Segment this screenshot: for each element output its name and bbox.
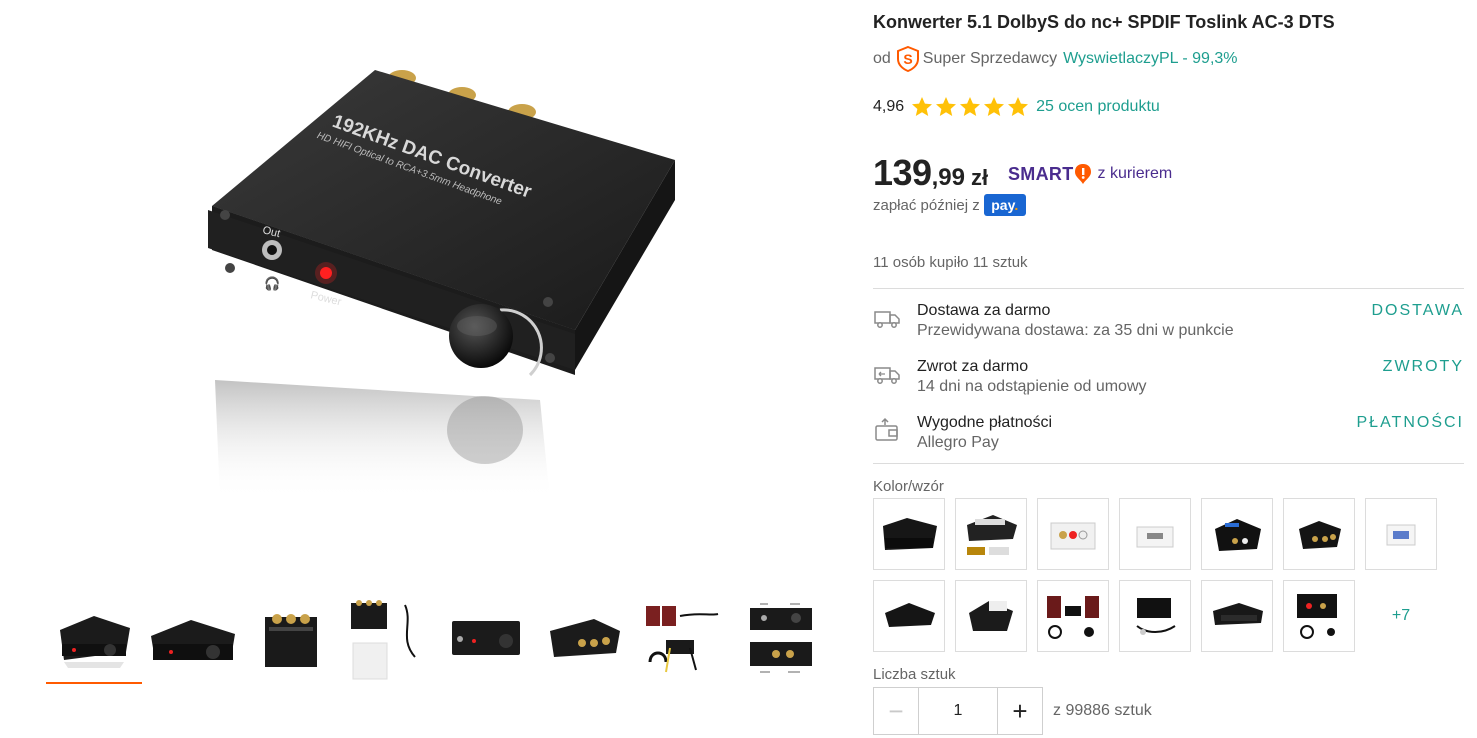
thumbnail-8[interactable] [732, 592, 828, 684]
variant-option[interactable] [1119, 580, 1191, 652]
benefit-delivery: Dostawa za darmo Przewidywana dostawa: z… [873, 300, 1464, 350]
star-icon [960, 97, 981, 116]
thumbnail-4[interactable] [340, 592, 436, 684]
super-seller-icon: S [895, 45, 921, 73]
seller-line: od S Super Sprzedawcy WyswietlaczyPL - 9… [873, 45, 1238, 73]
benefit-return-subtitle: 14 dni na odstąpienie od umowy [917, 378, 1147, 395]
svg-text:🎧: 🎧 [264, 276, 280, 292]
benefit-delivery-title: Dostawa za darmo [917, 302, 1051, 319]
allegro-pay-badge-text: pay [991, 197, 1015, 213]
price-integer: 139 [873, 152, 932, 193]
product-info-panel: Konwerter 5.1 DolbyS do nc+ SPDIF Toslin… [873, 0, 1465, 738]
product-title: Konwerter 5.1 DolbyS do nc+ SPDIF Toslin… [873, 12, 1335, 32]
increase-quantity-button[interactable]: + [997, 687, 1043, 735]
star-icon [1008, 97, 1029, 116]
thumbnail-3[interactable] [242, 592, 338, 684]
benefit-payment: Wygodne płatności Allegro Pay PŁATNOŚCI [873, 412, 1464, 462]
decrease-quantity-button[interactable]: − [873, 687, 919, 735]
star-icon [984, 97, 1005, 116]
variant-option[interactable] [1283, 498, 1355, 570]
more-variants-button[interactable]: +7 [1365, 580, 1437, 652]
reviews-link[interactable]: 25 ocen produktu [1036, 98, 1160, 116]
smart-badge[interactable]: SMART z kurierem [1008, 163, 1172, 185]
smart-delivery-text: z kurierem [1097, 165, 1173, 182]
variant-option[interactable] [1037, 580, 1109, 652]
variant-option[interactable] [1365, 498, 1437, 570]
rating-stars [910, 95, 1030, 119]
price-currency: zł [970, 165, 989, 190]
thumbnail-7[interactable] [634, 592, 730, 684]
divider [873, 463, 1464, 464]
truck-icon [874, 311, 900, 328]
divider [873, 288, 1464, 289]
thumbnail-2[interactable] [144, 592, 240, 684]
thumbnail-1[interactable] [46, 592, 142, 684]
variant-option[interactable] [873, 580, 945, 652]
thumbnail-5[interactable] [438, 592, 534, 684]
star-icon [912, 97, 933, 116]
smart-logo: SMART [1008, 163, 1074, 184]
svg-text:S: S [903, 51, 912, 67]
variant-option[interactable] [1201, 580, 1273, 652]
variant-option[interactable] [955, 580, 1027, 652]
star-icon [936, 97, 957, 116]
variant-label: Kolor/wzór [873, 478, 944, 495]
pay-later-text: zapłać później z [873, 196, 980, 214]
variant-option[interactable] [1201, 498, 1273, 570]
wallet-icon [875, 417, 898, 441]
thumbnail-6[interactable] [536, 592, 632, 684]
benefit-return-title: Zwrot za darmo [917, 358, 1029, 375]
returns-link[interactable]: ZWROTY [1383, 358, 1464, 376]
variant-option[interactable] [873, 498, 945, 570]
price: 139 ,99 zł [873, 152, 989, 193]
variant-option[interactable] [955, 498, 1027, 570]
available-quantity: z 99886 sztuk [1053, 702, 1152, 719]
allegro-pay-badge: pay. [983, 194, 1026, 216]
delivery-link[interactable]: DOSTAWA [1371, 302, 1464, 320]
variant-grid: +7 [873, 498, 1443, 654]
price-decimal: ,99 [931, 164, 965, 191]
quantity-stepper: − + z 99886 sztuk [873, 687, 1152, 735]
variant-option[interactable] [1037, 498, 1109, 570]
variant-option[interactable] [1283, 580, 1355, 652]
main-product-image[interactable]: 192KHz DAC Converter HD HIFI Optical to … [180, 40, 700, 520]
thumbnail-strip [46, 592, 826, 688]
seller-prefix: od [873, 50, 891, 67]
benefit-return: Zwrot za darmo 14 dni na odstąpienie od … [873, 356, 1464, 406]
quantity-input[interactable] [919, 687, 997, 735]
benefit-payment-title: Wygodne płatności [917, 414, 1053, 431]
smart-exclamation-icon [1074, 164, 1091, 184]
rating-row: 4,96 25 ocen produktu [873, 94, 1160, 120]
payments-link[interactable]: PŁATNOŚCI [1357, 414, 1465, 432]
variant-option[interactable] [1119, 498, 1191, 570]
return-truck-icon [874, 367, 900, 384]
benefit-payment-subtitle: Allegro Pay [917, 434, 999, 451]
bought-count: 11 osób kupiło 11 sztuk [873, 254, 1028, 271]
pay-later[interactable]: zapłać później z pay. [873, 193, 1026, 217]
benefit-delivery-subtitle: Przewidywana dostawa: za 35 dni w punkci… [917, 322, 1234, 339]
rating-value: 4,96 [873, 98, 905, 115]
super-seller-label: Super Sprzedawcy [922, 50, 1058, 67]
seller-link[interactable]: WyswietlaczyPL - 99,3% [1063, 50, 1237, 68]
quantity-label: Liczba sztuk [873, 666, 956, 683]
